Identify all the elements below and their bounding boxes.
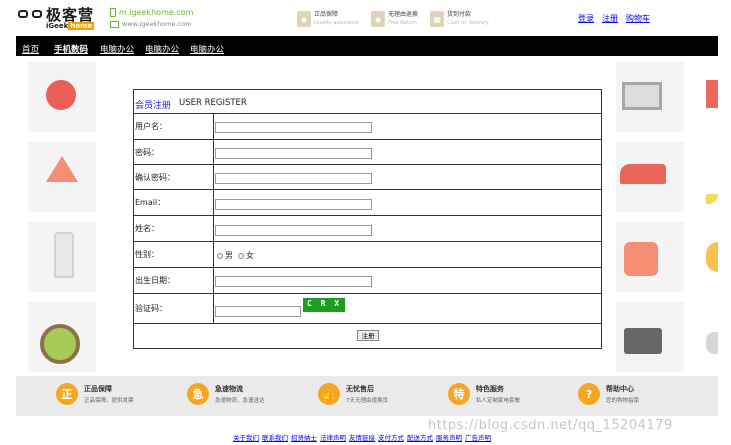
pc-site: www.igeekhome.com xyxy=(110,18,193,30)
row-name: 姓名： xyxy=(134,216,601,242)
speaker-icon xyxy=(624,242,658,276)
cart-link[interactable]: 购物车 xyxy=(626,13,650,24)
service-help: ? 帮助中心 您的购物指南 xyxy=(578,383,639,405)
nav-item-office-2[interactable]: 电脑办公 xyxy=(145,43,179,55)
radio-icon xyxy=(217,252,223,259)
cash-icon: ▦ xyxy=(430,11,445,27)
nav-item-office-1[interactable]: 电脑办公 xyxy=(100,43,134,55)
captcha-image[interactable]: C R X xyxy=(303,298,345,312)
row-email: Email： xyxy=(134,190,601,216)
captcha-input[interactable] xyxy=(215,306,301,317)
footer-link-legal[interactable]: 法律声明 xyxy=(320,432,346,442)
sneaker-icon xyxy=(620,164,666,184)
site-logo[interactable]: 极客营 iGeek home xyxy=(16,4,108,32)
nav-item-home[interactable]: 首页 xyxy=(22,43,39,55)
top-links: 登录 注册 购物车 xyxy=(578,13,650,24)
register-form: 会员注册 USER REGISTER 用户名： 密码： 确认密码： Email：… xyxy=(133,89,602,349)
apple-icon xyxy=(46,80,76,110)
footer-link-about[interactable]: 关于我们 xyxy=(233,432,259,442)
captcha-label: 验证码： xyxy=(135,304,167,313)
row-username: 用户名： xyxy=(134,114,601,140)
username-input[interactable] xyxy=(215,122,372,133)
service-delivery: 急 急速物流 急速物流，急速送达 xyxy=(187,383,265,405)
gift-icon xyxy=(706,80,718,108)
kiwi-icon xyxy=(40,324,80,364)
gender-male-radio[interactable]: 男 xyxy=(217,250,233,261)
phone-icon xyxy=(110,7,116,17)
footer-link-ads[interactable]: 广告声明 xyxy=(465,432,491,442)
footer-link-jobs[interactable]: 招贤纳士 xyxy=(291,432,317,442)
username-label: 用户名： xyxy=(135,122,167,131)
camera-icon xyxy=(624,328,662,354)
service-bar: 正 正品保障 正品保障，提供发票 急 急速物流 急速物流，急速送达 👍 无忧售后 7天… xyxy=(16,376,718,416)
nav-item-phones[interactable]: 手机数码 xyxy=(54,43,88,55)
service-special: 特 特色服务 私人定制家电套餐 xyxy=(448,383,520,405)
help-icon: ? xyxy=(578,383,600,405)
footer-link-shipping[interactable]: 配送方式 xyxy=(407,432,433,442)
bottle-icon xyxy=(54,232,74,278)
watermark: https://blog.csdn.net/qq_15204179 xyxy=(428,418,673,433)
row-birthday: 出生日期： xyxy=(134,268,601,294)
thumbs-up-icon: 👍 xyxy=(318,383,340,405)
name-input[interactable] xyxy=(215,225,372,236)
monitor-bg-icon xyxy=(622,82,662,110)
mobile-site: m.igeekhome.com xyxy=(110,6,193,18)
site-addresses: m.igeekhome.com www.igeekhome.com xyxy=(110,6,193,30)
footer-link-service[interactable]: 服务声明 xyxy=(436,432,462,442)
email-label: Email： xyxy=(135,198,166,207)
register-title-en: USER REGISTER xyxy=(179,98,247,108)
confirm-password-input[interactable] xyxy=(215,173,372,184)
delivery-icon: 急 xyxy=(187,383,209,405)
cake-icon xyxy=(46,156,78,182)
birthday-input[interactable] xyxy=(215,276,372,287)
footer-link-payment[interactable]: 支付方式 xyxy=(378,432,404,442)
return-icon: ◆ xyxy=(371,11,386,27)
special-icon: 特 xyxy=(448,383,470,405)
badge-return: ◆ 无理由退换 Free Return xyxy=(371,11,418,27)
name-label: 姓名： xyxy=(135,224,159,233)
glasses-icon xyxy=(18,10,44,20)
service-aftersale: 👍 无忧售后 7天无理由退换货 xyxy=(318,383,388,405)
service-badges: ◆ 正品保障 Quality assurance ◆ 无理由退换 Free Retu… xyxy=(297,11,489,27)
register-submit-button[interactable]: 注册 xyxy=(357,330,379,341)
password-input[interactable] xyxy=(215,148,372,159)
brand-sub: iGeek home xyxy=(46,22,95,30)
birthday-label: 出生日期： xyxy=(135,276,175,285)
monitor-icon xyxy=(110,20,119,28)
footer-link-friends[interactable]: 友情链接 xyxy=(349,432,375,442)
service-quality: 正 正品保障 正品保障，提供发票 xyxy=(56,383,134,405)
quality-icon: 正 xyxy=(56,383,78,405)
badge-cod: ▦ 货到付款 Cash on delivery xyxy=(430,11,489,27)
register-title-cn: 会员注册 xyxy=(135,101,172,111)
password-label: 密码： xyxy=(135,147,159,157)
gender-label: 性别： xyxy=(135,250,159,259)
email-input[interactable] xyxy=(215,199,372,210)
row-captcha: 验证码： C R X xyxy=(134,294,601,324)
row-gender: 性别： 男 女 xyxy=(134,242,601,268)
footer-links: 关于我们 联系我们 招贤纳士 法律声明 友情链接 支付方式 配送方式 服务声明 … xyxy=(233,432,491,442)
badge-quality: ◆ 正品保障 Quality assurance xyxy=(297,11,359,27)
register-link[interactable]: 注册 xyxy=(602,13,618,24)
gamepad-icon xyxy=(706,332,718,354)
site-header: 极客营 iGeek home m.igeekhome.com www.igeekh… xyxy=(0,0,731,36)
nav-item-office-3[interactable]: 电脑办公 xyxy=(190,43,224,55)
radio-icon xyxy=(238,252,244,259)
register-title-row: 会员注册 USER REGISTER xyxy=(134,90,601,114)
footer-link-contact[interactable]: 联系我们 xyxy=(262,432,288,442)
ball-icon xyxy=(706,242,718,272)
main-nav: 首页 手机数码 电脑办公 电脑办公 电脑办公 xyxy=(16,36,718,56)
gender-female-radio[interactable]: 女 xyxy=(238,250,254,261)
login-link[interactable]: 登录 xyxy=(578,13,594,24)
banana-icon xyxy=(706,194,718,204)
row-confirm-password: 确认密码： xyxy=(134,165,601,190)
confirm-password-label: 确认密码： xyxy=(135,172,175,182)
row-password: 密码： xyxy=(134,140,601,165)
shield-icon: ◆ xyxy=(297,11,311,27)
